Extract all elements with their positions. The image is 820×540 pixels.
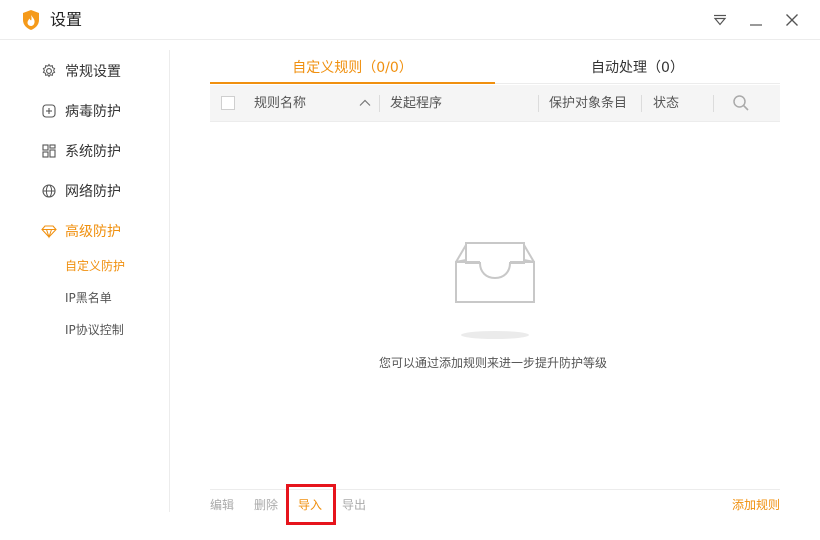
window-title: 设置 [50, 10, 83, 29]
tab-custom-rules[interactable]: 自定义规则（0/0） [210, 54, 495, 84]
tab-auto-handling[interactable]: 自动处理（0） [495, 54, 780, 84]
export-button[interactable]: 导出 [342, 496, 366, 514]
sidebar-item-label: 常规设置 [65, 64, 121, 80]
menu-dropdown-button[interactable] [710, 10, 730, 30]
title-bar: 设置 [0, 0, 820, 40]
column-header-status[interactable]: 状态 [653, 85, 679, 122]
empty-state-message: 您可以通过添加规则来进一步提升防护等级 [378, 356, 607, 370]
menu-triangle-icon [713, 14, 727, 26]
shield-flame-logo-icon [23, 10, 39, 30]
sidebar-item-label: 高级防护 [65, 224, 121, 240]
minimize-icon [750, 24, 762, 26]
diamond-icon [40, 222, 58, 240]
close-icon [786, 14, 798, 26]
table-header: 规则名称 发起程序 保护对象条目 状态 [210, 85, 780, 122]
sidebar-item-label: 网络防护 [65, 184, 121, 200]
close-button[interactable] [782, 10, 802, 30]
column-separator [379, 95, 380, 112]
sidebar-item-label: 系统防护 [65, 144, 121, 160]
sidebar-item-network-protection[interactable]: 网络防护 [40, 179, 121, 203]
sidebar-item-virus-protection[interactable]: 病毒防护 [40, 99, 121, 123]
column-header-rule-name[interactable]: 规则名称 [254, 85, 306, 122]
sidebar-subitem-custom-protection[interactable]: 自定义防护 [65, 257, 125, 275]
minimize-button[interactable] [746, 10, 766, 30]
delete-button[interactable]: 删除 [254, 496, 278, 514]
column-separator [538, 95, 539, 112]
edit-button[interactable]: 编辑 [210, 496, 234, 514]
globe-icon [40, 182, 58, 200]
empty-icon-shadow [461, 331, 529, 339]
select-all-checkbox[interactable] [221, 96, 235, 110]
sidebar-divider [169, 50, 170, 512]
sidebar-item-general-settings[interactable]: 常规设置 [40, 59, 121, 83]
column-separator [641, 95, 642, 112]
import-highlight-box [286, 484, 336, 525]
search-icon[interactable] [732, 94, 750, 112]
grid-icon [40, 142, 58, 160]
sidebar-item-advanced-protection[interactable]: 高级防护 [40, 219, 121, 243]
plus-square-icon [40, 102, 58, 120]
sidebar-item-label: 病毒防护 [65, 104, 121, 120]
sidebar-subitem-ip-blacklist[interactable]: IP黑名单 [65, 289, 112, 307]
column-header-initiator[interactable]: 发起程序 [390, 85, 442, 122]
sort-ascending-icon[interactable] [358, 96, 372, 110]
add-rule-button[interactable]: 添加规则 [732, 496, 780, 514]
gear-icon [40, 62, 58, 80]
column-separator [713, 95, 714, 112]
column-header-protected-objects[interactable]: 保护对象条目 [549, 85, 627, 122]
sidebar-item-system-protection[interactable]: 系统防护 [40, 139, 121, 163]
empty-inbox-icon [455, 242, 535, 303]
sidebar-subitem-ip-protocol-control[interactable]: IP协议控制 [65, 321, 124, 339]
